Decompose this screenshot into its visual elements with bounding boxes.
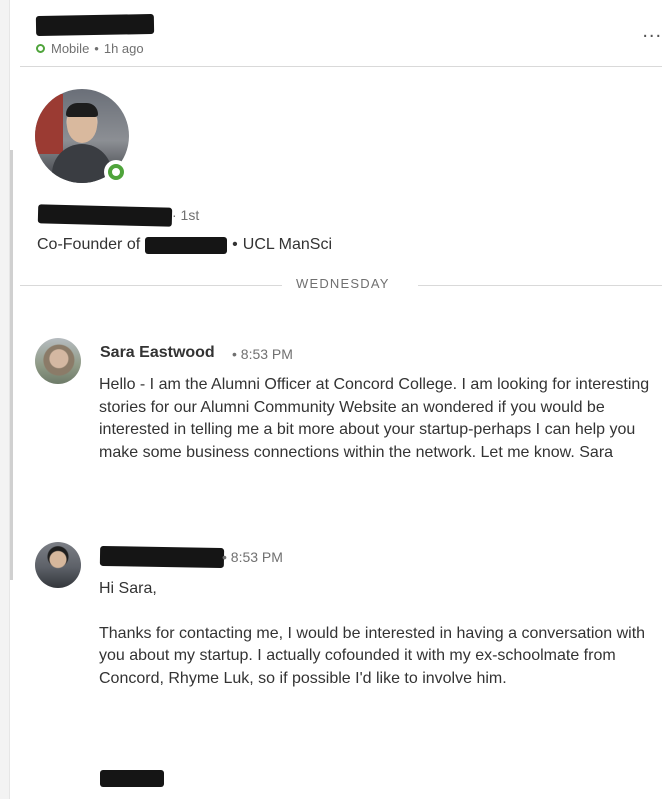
redacted-profile-name xyxy=(37,204,173,227)
headline-separator: • xyxy=(232,236,238,253)
device-label: Mobile xyxy=(51,41,90,56)
profile-headline: Co-Founder of • UCL ManSci xyxy=(37,236,332,254)
connection-degree: · 1st xyxy=(172,207,200,223)
presence-status: Mobile • 1h ago xyxy=(36,41,144,56)
conversation-header: Mobile • 1h ago ... xyxy=(20,0,662,67)
redacted-signature xyxy=(100,770,164,787)
message-body: Hi Sara, Thanks for contacting me, I wou… xyxy=(99,578,655,691)
left-panel-edge xyxy=(0,0,10,799)
message-paragraph: Hello - I am the Alumni Officer at Conco… xyxy=(99,376,650,462)
status-separator: • xyxy=(94,41,99,56)
redacted-sender-name xyxy=(99,545,225,569)
online-status-icon xyxy=(36,44,45,53)
message-time: • 8:53 PM xyxy=(222,549,283,565)
message-greeting: Hi Sara, xyxy=(99,580,157,597)
day-divider-label: WEDNESDAY xyxy=(296,276,390,291)
message-paragraph: Thanks for contacting me, I would be int… xyxy=(99,624,646,688)
sender-name[interactable]: Sara Eastwood xyxy=(100,344,215,362)
redacted-company xyxy=(145,236,228,254)
redacted-contact-name xyxy=(35,13,155,37)
headline-school: UCL ManSci xyxy=(242,236,332,253)
sender-avatar[interactable] xyxy=(35,338,81,384)
last-active-time: 1h ago xyxy=(103,41,144,56)
message-time: • 8:53 PM xyxy=(232,346,293,362)
message-body: Hello - I am the Alumni Officer at Conco… xyxy=(99,374,655,465)
left-scrollbar[interactable] xyxy=(10,150,13,580)
more-options-icon[interactable]: ... xyxy=(642,20,662,43)
headline-prefix: Co-Founder of xyxy=(37,236,141,253)
day-divider-left xyxy=(20,285,282,286)
online-presence-icon xyxy=(104,160,128,184)
own-avatar[interactable] xyxy=(35,542,81,588)
day-divider-right xyxy=(418,285,662,286)
